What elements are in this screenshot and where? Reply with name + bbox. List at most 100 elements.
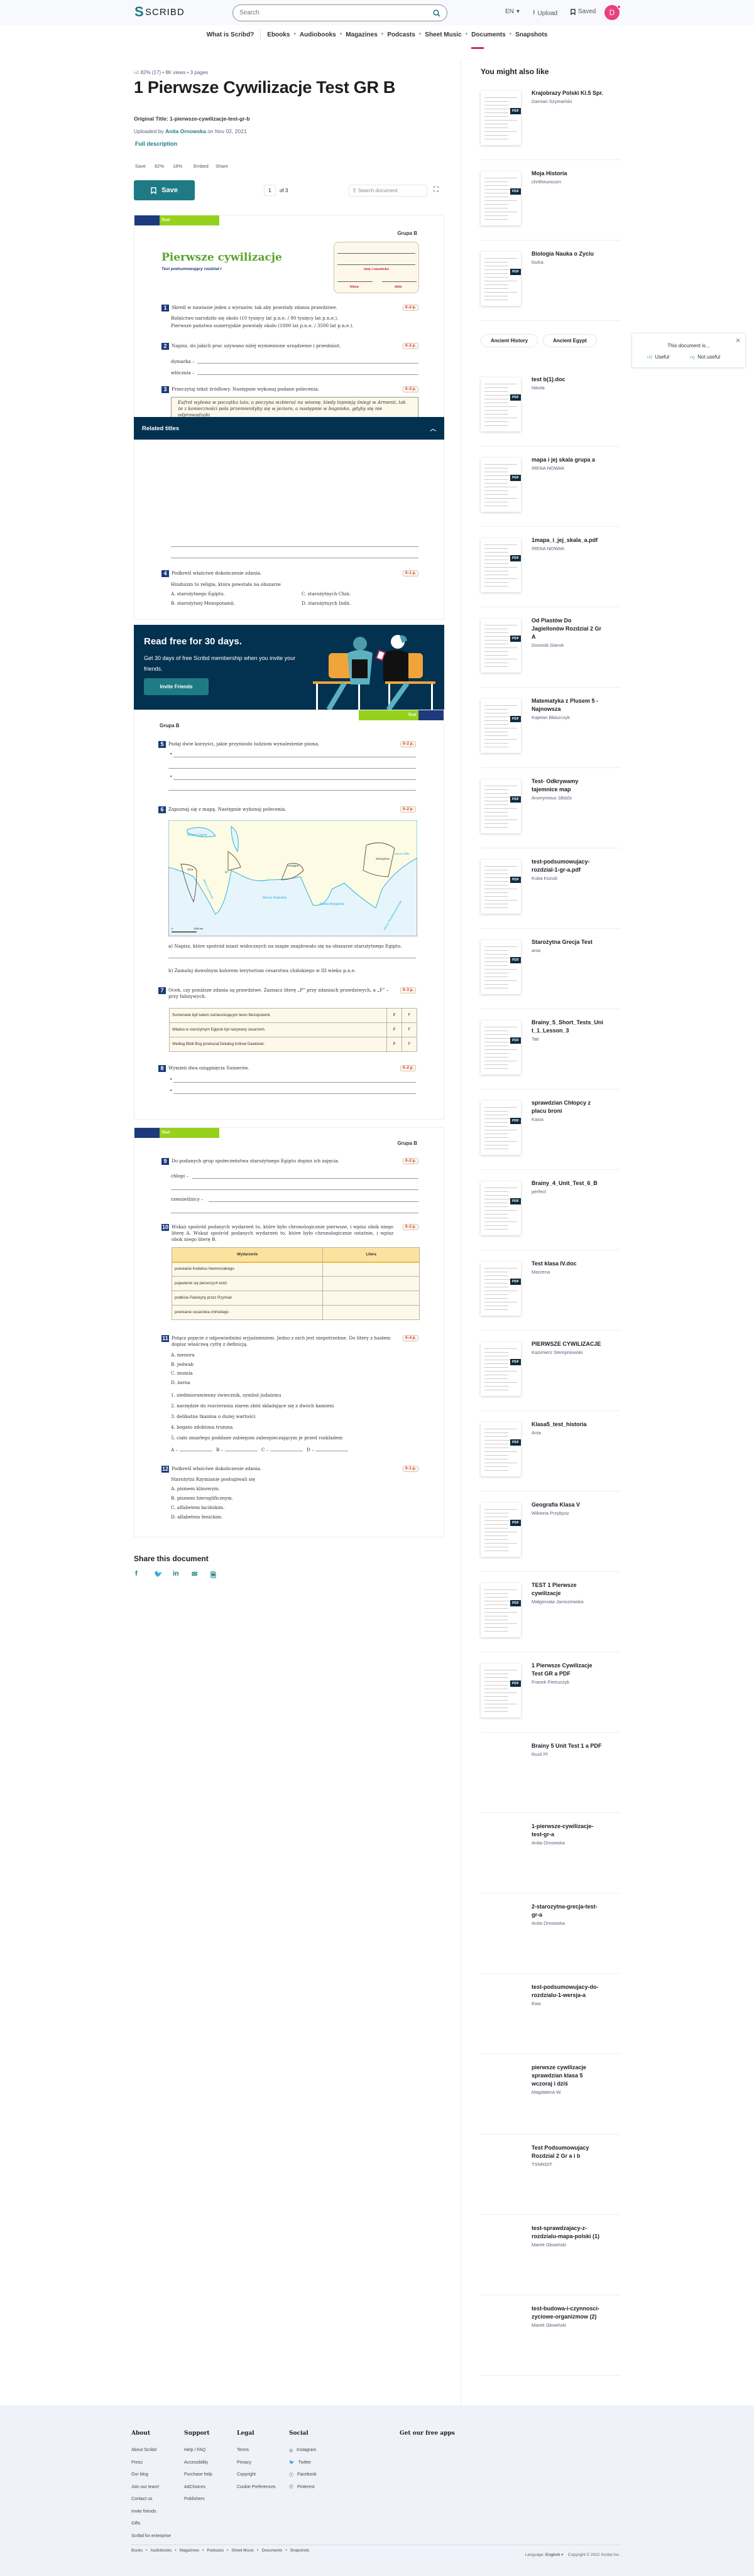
author[interactable]: Franek Pietruczyk xyxy=(532,1678,604,1686)
tag-ancient-history[interactable]: Ancient History xyxy=(481,334,538,347)
recommended-document[interactable]: PDF TEST 1 Pierwsze cywilizacje Małgorzata… xyxy=(481,1572,620,1652)
useful-button[interactable]: 👍︎ Useful xyxy=(647,354,669,360)
document-title[interactable]: Brainy_5_Short_Tests_Unit_1_Lesson_3 Tati xyxy=(532,1019,604,1043)
footer-link[interactable]: 🐦 Twitter xyxy=(289,2457,317,2469)
recommended-document[interactable]: PDF Brainy_5_Short_Tests_Unit_1_Lesson_3 T… xyxy=(481,1009,620,1090)
recommended-document[interactable]: PDF Moja Historia chrltheunicorn xyxy=(481,160,620,241)
bookmark-icon[interactable] xyxy=(615,1422,620,1429)
bookmark-icon[interactable] xyxy=(615,1583,620,1589)
footer-bottom-link[interactable]: Magazines xyxy=(180,2548,199,2553)
tag-ancient-egypt[interactable]: Ancient Egypt xyxy=(543,334,597,347)
footer-link[interactable]: ◎ Instagram xyxy=(289,2444,317,2457)
document-title[interactable]: test b(1).doc Nikola xyxy=(532,376,604,392)
document-thumbnail[interactable]: PDF xyxy=(481,1422,521,1476)
document-title[interactable]: sprawdzian Chłopcy z placu broni Kasia xyxy=(532,1099,604,1123)
footer-bottom-link[interactable]: Podcasts xyxy=(207,2548,224,2553)
author[interactable]: Marek Głowiński xyxy=(532,2241,604,2249)
scribd-logo[interactable]: S SCRIBD xyxy=(134,5,185,19)
recommended-document[interactable]: Test Podsumowujacy Rozdzial 2 Gr a i b TS… xyxy=(481,2135,620,2215)
author[interactable]: Anita Ornowska xyxy=(532,1919,604,1927)
author[interactable]: Tati xyxy=(532,1035,604,1043)
facebook-icon[interactable]: f xyxy=(135,1570,144,1579)
document-thumbnail[interactable]: PDF xyxy=(481,1101,521,1155)
search-document-input[interactable]: ⚲ Search document xyxy=(349,185,427,197)
bookmark-icon[interactable] xyxy=(615,1100,620,1107)
search-input[interactable] xyxy=(239,9,415,16)
recommended-document[interactable]: PDF test-podsumowujacy-rozdzial-1-gr-a.pd… xyxy=(481,848,620,929)
save-button[interactable]: Save xyxy=(134,180,195,200)
document-thumbnail[interactable]: PDF xyxy=(481,458,521,512)
document-title[interactable]: test-podsumowujacy-rozdzial-1-gr-a.pdf Ku… xyxy=(532,858,604,882)
footer-link[interactable]: Our blog xyxy=(131,2469,171,2481)
recommended-document[interactable]: Brainy 5 Unit Test 1 a PDF Rusli Pl xyxy=(481,1733,620,1813)
search-bar[interactable] xyxy=(232,4,447,21)
document-title[interactable]: test-sprawdzajacy-z-rozdzialu-mapa-polsk… xyxy=(532,2224,604,2249)
bookmark-icon[interactable] xyxy=(615,2306,620,2313)
author[interactable]: Kazimierz Stempniowski xyxy=(532,1348,604,1356)
document-title[interactable]: Test- Odkrywamy tajemnice map Anonymous 1… xyxy=(532,777,604,802)
document-thumbnail[interactable]: PDF xyxy=(481,252,521,306)
recommended-document[interactable]: PDF Klasa5_test_historia Ania xyxy=(481,1411,620,1491)
nav-documents[interactable]: Documents xyxy=(467,31,509,49)
nav-ebooks[interactable]: Ebooks xyxy=(263,31,293,41)
document-title[interactable]: pierwsze cywilizacje sprawdzian klasa 5 … xyxy=(532,2064,604,2096)
footer-link[interactable]: Press xyxy=(131,2457,171,2469)
footer-link[interactable]: Accessibility xyxy=(184,2457,212,2469)
document-title[interactable]: Krajobrazy Polski Kl.5 Spr. Damian Szymań… xyxy=(532,89,604,106)
document-thumbnail[interactable]: PDF xyxy=(481,1181,521,1235)
footer-bottom-link[interactable]: Books xyxy=(131,2548,143,2553)
document-title[interactable]: 1 Pierwsze Cywilizacje Test GR a PDF Fran… xyxy=(532,1662,604,1686)
bookmark-icon[interactable] xyxy=(615,538,620,544)
fullscreen-icon[interactable]: ⛶ xyxy=(434,186,439,194)
footer-link[interactable]: Contact us xyxy=(131,2493,171,2506)
author[interactable]: Ewa xyxy=(532,2000,604,2008)
footer-bottom-link[interactable]: Documents xyxy=(261,2548,282,2553)
document-thumbnail[interactable]: PDF xyxy=(481,1583,521,1637)
footer-link[interactable]: Invite friends xyxy=(131,2506,171,2518)
bookmark-icon[interactable] xyxy=(615,779,620,786)
recommended-document[interactable]: PDF Starożytna Grecja Test ania xyxy=(481,929,620,1009)
bookmark-icon[interactable] xyxy=(615,1341,620,1348)
author[interactable]: Kajetan Błaszczyk xyxy=(532,713,604,722)
full-description-link[interactable]: Full description xyxy=(135,141,177,147)
document-thumbnail[interactable]: PDF xyxy=(481,1342,521,1396)
recommended-document[interactable]: PDF 1 Pierwsze Cywilizacje Test GR a PDF F… xyxy=(481,1652,620,1733)
document-thumbnail[interactable]: PDF xyxy=(481,538,521,592)
author[interactable]: Wiktoria Przybysz xyxy=(532,1509,604,1517)
bookmark-icon[interactable] xyxy=(615,251,620,258)
document-title[interactable]: Brainy 5 Unit Test 1 a PDF Rusli Pl xyxy=(532,1742,604,1758)
author[interactable]: Kuba Kozub xyxy=(532,874,604,882)
footer-link[interactable]: About Scribd xyxy=(131,2444,171,2457)
author[interactable]: Małgorzata Jaroszewska xyxy=(532,1598,604,1606)
author[interactable]: Marek Głowiński xyxy=(532,2321,604,2329)
document-thumbnail[interactable]: PDF xyxy=(481,377,521,431)
author[interactable]: IRENA NOWAK xyxy=(532,464,604,472)
document-title[interactable]: Od Piastów Do Jagiellonów Rozdzial 2 Gr … xyxy=(532,617,604,649)
document-thumbnail[interactable]: PDF xyxy=(481,619,521,673)
bookmark-icon[interactable] xyxy=(615,2145,620,2152)
author[interactable]: Ania xyxy=(532,1429,604,1437)
recommended-document[interactable]: 2-starozytna-grecja-test-gr-a Anita Ornow… xyxy=(481,1893,620,1974)
twitter-icon[interactable]: 🐦 xyxy=(154,1570,163,1579)
footer-link[interactable]: ⓕ Facebook xyxy=(289,2469,317,2481)
author[interactable]: Rusli Pl xyxy=(532,1750,604,1758)
footer-link[interactable]: Copyright xyxy=(237,2469,275,2481)
document-thumbnail[interactable]: PDF xyxy=(481,1262,521,1316)
document-title[interactable]: Starożytna Grecja Test ania xyxy=(532,938,604,955)
bookmark-icon[interactable] xyxy=(615,457,620,464)
nav-sheet-music[interactable]: Sheet Music xyxy=(421,31,465,41)
bookmark-icon[interactable] xyxy=(615,618,620,625)
author[interactable]: Dominik Gierok xyxy=(532,641,604,649)
author[interactable]: Marzena xyxy=(532,1268,604,1276)
linkedin-icon[interactable]: in xyxy=(173,1570,182,1579)
footer-link[interactable]: ⓟ Pinterest xyxy=(289,2481,317,2494)
footer-link[interactable]: Privacy xyxy=(237,2457,275,2469)
recommended-document[interactable]: PDF Brainy_4_Unit_Test_6_B perfect xyxy=(481,1170,620,1250)
action-82[interactable]: 82% xyxy=(155,154,164,169)
author[interactable]: Anonymous 1Bdzlz xyxy=(532,794,604,802)
nav-magazines[interactable]: Magazines xyxy=(342,31,381,41)
author[interactable]: chrltheunicorn xyxy=(532,178,604,186)
recommended-document[interactable]: PDF Od Piastów Do Jagiellonów Rozdzial 2 … xyxy=(481,607,620,688)
recommended-document[interactable]: PDF Test- Odkrywamy tajemnice map Anonymou… xyxy=(481,768,620,848)
not-useful-button[interactable]: 👎︎ Not useful xyxy=(690,354,720,360)
